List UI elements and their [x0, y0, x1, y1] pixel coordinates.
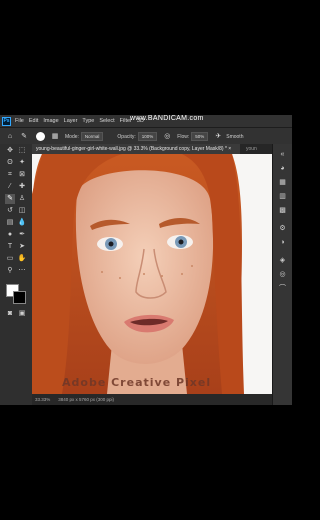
more-tools-icon[interactable]: ⋯ — [17, 266, 27, 276]
zoom-level[interactable]: 33.33% — [35, 397, 50, 402]
document-tab-bar: young-beautiful-ginger-girl-white-wall.j… — [32, 144, 272, 154]
freckle — [143, 273, 145, 275]
brush-tool-icon[interactable]: ✎ — [20, 133, 28, 141]
document-info[interactable]: 3840 px x 5760 px (300 ppi) — [58, 397, 114, 402]
photoshop-window: Ps File Edit Image Layer Type Select Fil… — [0, 115, 292, 405]
opacity-input[interactable]: 100% — [137, 132, 158, 141]
freckle — [161, 275, 163, 277]
brush-settings-icon[interactable]: ▦ — [51, 133, 59, 141]
dodge-tool-icon[interactable]: ● — [5, 230, 15, 240]
channels-panel-icon[interactable]: ◎ — [278, 270, 287, 279]
pen-tool-icon[interactable]: ✒ — [17, 230, 27, 240]
lasso-tool-icon[interactable]: ʘ — [5, 158, 15, 168]
marquee-tool-icon[interactable]: ⬚ — [17, 146, 27, 156]
left-pupil — [108, 241, 114, 247]
portrait-photo — [32, 154, 272, 394]
crop-tool-icon[interactable]: ⌗ — [5, 170, 15, 180]
menu-edit[interactable]: Edit — [29, 118, 38, 124]
pressure-opacity-icon[interactable]: ◎ — [163, 133, 171, 141]
gradients-panel-icon[interactable]: ▥ — [278, 192, 287, 201]
home-icon[interactable]: ⌂ — [6, 133, 14, 141]
opacity-field: Opacity: 100% — [117, 132, 158, 141]
brush-preset-picker[interactable] — [36, 132, 45, 141]
freckle — [181, 273, 183, 275]
background-color-swatch[interactable] — [13, 291, 26, 304]
menu-image[interactable]: Image — [43, 118, 58, 124]
history-brush-tool-icon[interactable]: ↺ — [5, 206, 15, 216]
clone-stamp-tool-icon[interactable]: ♙ — [17, 194, 27, 204]
status-bar: 33.33% 3840 px x 5760 px (300 ppi) — [32, 394, 272, 405]
menu-bar: Ps File Edit Image Layer Type Select Fil… — [0, 115, 292, 127]
photoshop-app-icon: Ps — [2, 116, 11, 126]
brush-tool-icon-active[interactable]: ✎ — [5, 194, 15, 204]
menu-select[interactable]: Select — [99, 118, 114, 124]
frame-tool-icon[interactable]: ⊠ — [17, 170, 27, 180]
right-panel-dock: « ◕ ▦ ▥ ▩ ⚙ ◑ ◈ ◎ ⌒ — [272, 144, 292, 405]
image-canvas[interactable]: Adobe Creative Pixel — [32, 154, 272, 394]
document-tab-next[interactable]: youn — [240, 146, 257, 152]
swatches-panel-icon[interactable]: ▦ — [278, 178, 287, 187]
document-tab-active[interactable]: young-beautiful-ginger-girl-white-wall.j… — [32, 144, 240, 154]
smoothing-label: Smooth — [226, 133, 244, 140]
screen-mode-icon[interactable]: ▣ — [17, 309, 27, 319]
canvas-watermark-text: Adobe Creative Pixel — [62, 376, 212, 389]
patterns-panel-icon[interactable]: ▩ — [278, 206, 287, 215]
properties-panel-icon[interactable]: ⚙ — [278, 224, 287, 233]
right-pupil — [178, 239, 184, 245]
freckle — [191, 265, 193, 267]
eyedropper-tool-icon[interactable]: ⁄ — [5, 182, 15, 192]
path-select-tool-icon[interactable]: ➤ — [17, 242, 27, 252]
type-tool-icon[interactable]: T — [5, 242, 15, 252]
eraser-tool-icon[interactable]: ◫ — [17, 206, 27, 216]
recorder-watermark: www.BANDICAM.com — [130, 115, 204, 122]
opacity-label: Opacity: — [117, 133, 136, 140]
freckle — [101, 271, 103, 273]
flow-label: Flow: — [177, 133, 190, 140]
zoom-tool-icon[interactable]: ⚲ — [5, 266, 15, 276]
gradient-tool-icon[interactable]: ▤ — [5, 218, 15, 228]
tools-panel: ✥ ⬚ ʘ ✦ ⌗ ⊠ ⁄ ✚ ✎ ♙ ↺ ◫ ▤ 💧 ● ✒ T ➤ ▭ ✋ … — [0, 144, 33, 405]
layers-panel-icon[interactable]: ◈ — [278, 256, 287, 265]
flow-field: Flow: 50% — [177, 132, 209, 141]
airbrush-icon[interactable]: ✈ — [214, 133, 222, 141]
shape-tool-icon[interactable]: ▭ — [5, 254, 15, 264]
hand-tool-icon[interactable]: ✋ — [17, 254, 27, 264]
menu-type[interactable]: Type — [82, 118, 94, 124]
menu-layer[interactable]: Layer — [64, 118, 78, 124]
move-tool-icon[interactable]: ✥ — [5, 146, 15, 156]
quick-select-tool-icon[interactable]: ✦ — [17, 158, 27, 168]
mode-label: Mode: — [65, 133, 79, 140]
freckle — [119, 277, 121, 279]
mode-select[interactable]: Normal — [80, 132, 104, 141]
menu-file[interactable]: File — [15, 118, 24, 124]
adjustments-panel-icon[interactable]: ◑ — [278, 238, 287, 247]
flow-input[interactable]: 50% — [191, 132, 209, 141]
color-panel-icon[interactable]: ◕ — [278, 164, 287, 173]
mode-field: Mode: Normal — [65, 132, 104, 141]
healing-brush-tool-icon[interactable]: ✚ — [17, 182, 27, 192]
blur-tool-icon[interactable]: 💧 — [17, 218, 27, 228]
paths-panel-icon[interactable]: ⌒ — [278, 284, 287, 293]
quick-mask-icon[interactable]: ◙ — [5, 309, 15, 319]
panel-collapse-icon[interactable]: « — [278, 150, 287, 159]
